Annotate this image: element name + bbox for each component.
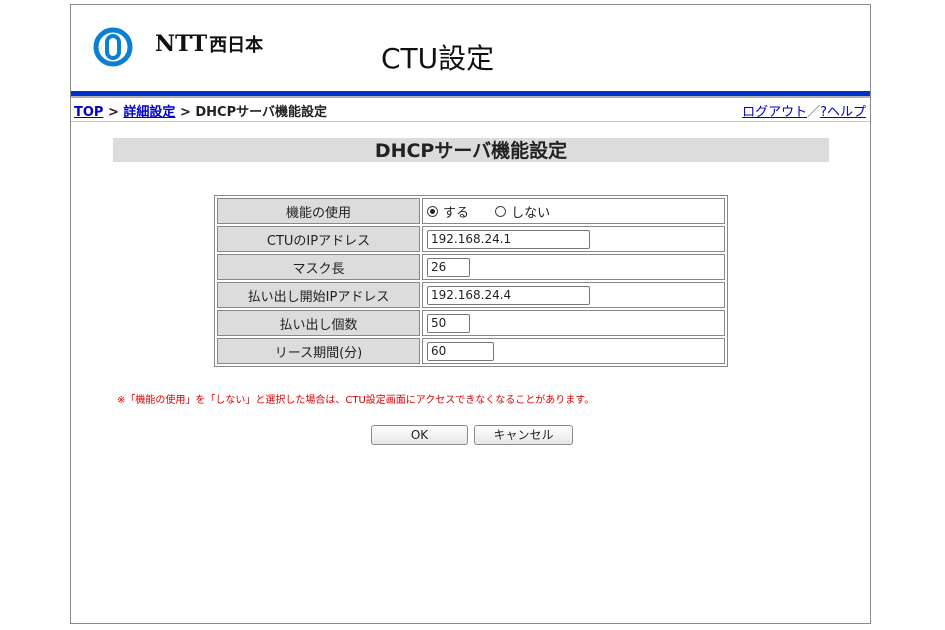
brand-west: 西日本 — [209, 35, 264, 56]
use-function-options: する しない — [422, 198, 725, 224]
breadcrumb-detail-link[interactable]: 詳細設定 — [123, 105, 175, 120]
breadcrumb-separator: > — [103, 105, 124, 120]
radio-off-unchecked[interactable] — [495, 205, 507, 217]
top-links: ログアウト／?ヘルプ — [742, 101, 866, 120]
breadcrumb-top-link[interactable]: TOP — [74, 105, 103, 120]
count-input[interactable] — [427, 313, 470, 333]
lease-period-input[interactable] — [427, 341, 494, 361]
table-row: 払い出し開始IPアドレス — [217, 282, 725, 308]
radio-label-off: しない — [511, 205, 551, 221]
use-function-on-option[interactable]: する — [427, 202, 469, 221]
table-row: CTUのIPアドレス — [217, 226, 725, 252]
field-label-mask-length: マスク長 — [217, 254, 420, 280]
brand-ntt: NTT — [155, 31, 208, 57]
cancel-button[interactable]: キャンセル — [474, 425, 573, 445]
start-ip-input[interactable] — [427, 285, 590, 305]
use-function-off-option[interactable]: しない — [495, 202, 550, 221]
header: NTT 西日本 CTU設定 — [71, 5, 870, 91]
breadcrumb-separator: > — [175, 105, 196, 120]
dhcp-settings-table: 機能の使用 する しない CTUのIPアドレス マスク長 払い出し開始IPアドレ… — [214, 195, 728, 367]
radio-on-checked[interactable] — [427, 205, 438, 217]
field-label-ctu-ip: CTUのIPアドレス — [217, 226, 420, 252]
ok-button[interactable]: OK — [371, 425, 468, 445]
field-label-lease-period: リース期間(分) — [217, 338, 420, 364]
brand-name: NTT 西日本 — [155, 31, 263, 57]
table-row: 払い出し個数 — [217, 310, 725, 336]
ctu-ip-input[interactable] — [427, 229, 590, 249]
mask-length-input[interactable] — [427, 257, 470, 277]
warning-note: ※「機能の使用」を「しない」と選択した場合は、CTU設定画面にアクセスできなくな… — [117, 395, 595, 406]
field-label-use-function: 機能の使用 — [217, 198, 420, 224]
main-frame: NTT 西日本 CTU設定 TOP > 詳細設定 > DHCPサーバ機能設定 ログ… — [70, 4, 871, 624]
breadcrumb-current: DHCPサーバ機能設定 — [195, 105, 327, 120]
breadcrumb: TOP > 詳細設定 > DHCPサーバ機能設定 — [74, 101, 327, 120]
field-label-count: 払い出し個数 — [217, 310, 420, 336]
table-row: マスク長 — [217, 254, 725, 280]
toplinks-separator: ／ — [807, 105, 821, 120]
logout-link[interactable]: ログアウト — [742, 105, 807, 120]
app-title: CTU設定 — [381, 42, 495, 75]
radio-label-on: する — [443, 205, 470, 221]
help-link[interactable]: ?ヘルプ — [820, 105, 866, 120]
field-label-start-ip: 払い出し開始IPアドレス — [217, 282, 420, 308]
breadcrumb-divider — [71, 121, 870, 122]
page-title: DHCPサーバ機能設定 — [113, 138, 829, 162]
table-row: 機能の使用 する しない — [217, 198, 725, 224]
table-row: リース期間(分) — [217, 338, 725, 364]
header-divider — [71, 96, 870, 98]
ntt-logo-icon — [93, 27, 133, 67]
